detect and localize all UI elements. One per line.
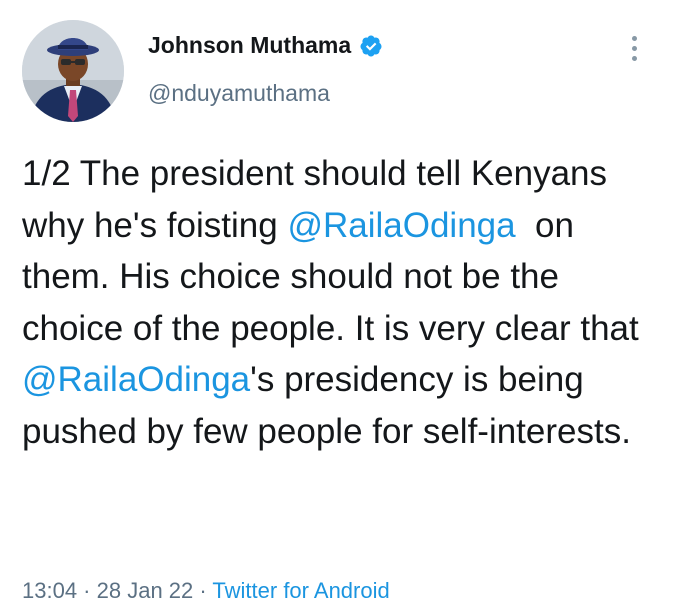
verified-badge-icon xyxy=(359,34,383,58)
avatar[interactable] xyxy=(22,20,124,122)
author-display-name[interactable]: Johnson Muthama xyxy=(148,32,351,59)
meta-separator: · xyxy=(193,578,213,603)
tweet-date[interactable]: 28 Jan 22 xyxy=(97,578,194,603)
mention-link[interactable]: @RailaOdinga xyxy=(22,360,250,399)
tweet-meta: 13:04 · 28 Jan 22 · Twitter for Android xyxy=(22,578,390,604)
tweet-text: 1/2 The president should tell Kenyans wh… xyxy=(22,148,652,457)
author-handle[interactable]: @nduyamuthama xyxy=(148,80,330,107)
tweet-source-link[interactable]: Twitter for Android xyxy=(212,578,389,603)
more-vertical-icon[interactable] xyxy=(624,36,644,66)
avatar-image xyxy=(22,20,124,122)
mention-link[interactable]: @RailaOdinga xyxy=(287,206,515,245)
tweet-card: Johnson Muthama @nduyamuthama 1/2 The pr… xyxy=(0,0,674,606)
tweet-time[interactable]: 13:04 xyxy=(22,578,77,603)
meta-separator: · xyxy=(77,578,97,603)
author-name-row: Johnson Muthama xyxy=(148,32,383,59)
